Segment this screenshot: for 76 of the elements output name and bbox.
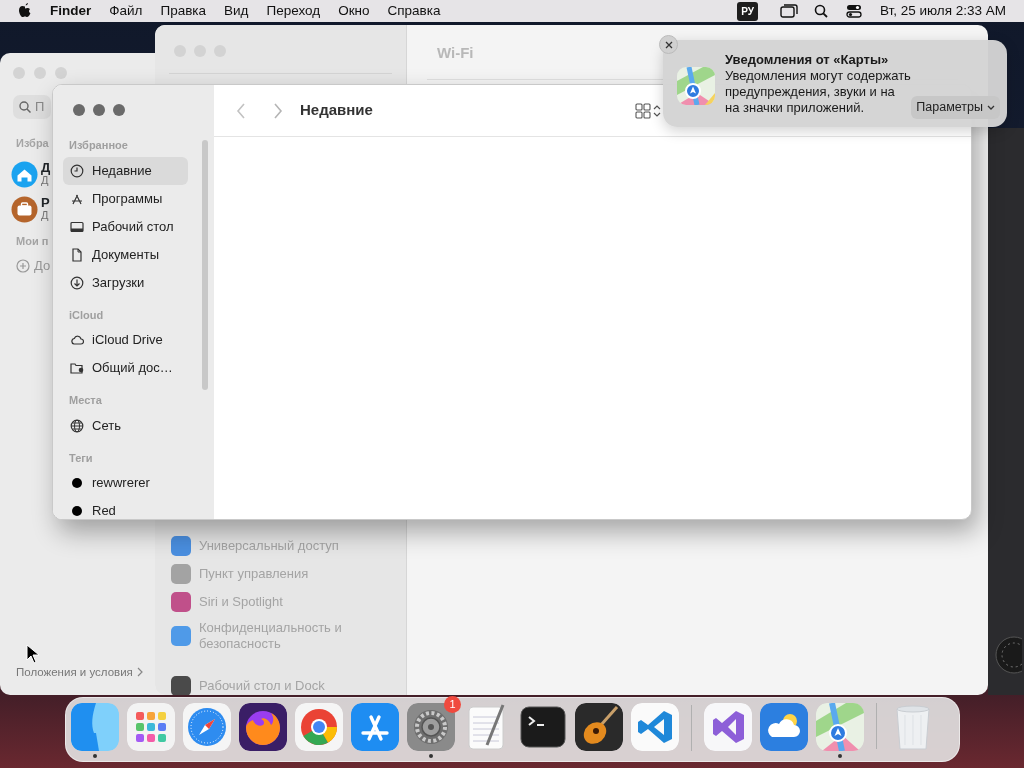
app-store-icon[interactable]: [351, 703, 399, 751]
control-center-icon[interactable]: [845, 4, 862, 18]
sidebar-section-heading: Избранное: [68, 138, 129, 153]
desktop-icon: [70, 219, 84, 234]
menu-item[interactable]: Файл: [100, 0, 152, 22]
menu-item[interactable]: Правка: [151, 0, 216, 22]
clock-icon: [70, 163, 84, 178]
code-editor-icon[interactable]: [631, 703, 679, 751]
shared-folder-icon: [70, 361, 84, 375]
chevron-down-icon: [987, 104, 995, 111]
menu-bar-clock[interactable]: Вт, 25 июля 2:33 AM: [870, 0, 1024, 22]
account-title: Д: [41, 161, 51, 174]
sidebar-item[interactable]: rewwrerer: [63, 469, 188, 497]
window-title: Недавние: [300, 100, 373, 121]
map-icon[interactable]: [816, 703, 864, 751]
window-control[interactable]: [113, 104, 125, 116]
ring-icon[interactable]: [295, 703, 343, 751]
chevron-right-icon[interactable]: [136, 667, 143, 678]
grid-icon[interactable]: [127, 703, 175, 751]
plus-icon[interactable]: [16, 258, 30, 273]
search-icon: [19, 101, 31, 113]
menu-item[interactable]: Справка: [378, 0, 450, 22]
sidebar-section-heading: Теги: [68, 450, 94, 466]
sidebar-section-heading: iCloud: [68, 307, 105, 323]
sidebar-item[interactable]: Общий дос…: [63, 354, 188, 382]
pointer-icon: [26, 644, 40, 664]
menu-item[interactable]: Окно: [329, 0, 379, 22]
window-control[interactable]: [93, 104, 105, 116]
pane-title: Wi-Fi: [437, 44, 474, 61]
sidebar-item[interactable]: Документы: [63, 240, 188, 269]
close-icon: [664, 40, 673, 49]
account-subtitle: Д: [41, 174, 49, 187]
sidebar-item[interactable]: iCloud Drive: [63, 326, 188, 354]
windows-icon[interactable]: [779, 4, 798, 18]
account-subtitle: Д: [41, 209, 50, 222]
section-heading: Избра: [16, 137, 49, 149]
dial-icon: [992, 635, 1022, 675]
sidebar-item[interactable]: Сеть: [63, 411, 188, 440]
app-menu[interactable]: Finder: [41, 0, 101, 22]
section-heading: Мои п: [16, 234, 49, 247]
fox-globe-icon[interactable]: [239, 703, 287, 751]
account-title: Р: [41, 196, 50, 209]
document-icon: [70, 247, 84, 262]
sidebar-item[interactable]: Программы: [63, 184, 188, 213]
settings-category-icon[interactable]: [171, 592, 191, 612]
scrollbar[interactable]: [202, 140, 208, 390]
search-icon[interactable]: [813, 4, 828, 18]
options-button[interactable]: Параметры: [911, 96, 1000, 119]
window-control[interactable]: [73, 104, 85, 116]
compass-icon[interactable]: [183, 703, 231, 751]
view-options-button[interactable]: [635, 102, 661, 119]
menu-item[interactable]: Вид: [215, 0, 258, 22]
input-source-indicator[interactable]: РУ: [737, 1, 758, 21]
menu-item[interactable]: Переход: [257, 0, 330, 22]
settings-category-icon[interactable]: [171, 536, 191, 556]
download-icon: [70, 275, 84, 290]
notification-text: Уведомления могут содержать предупреждения, звуки и на на значки приложений.: [725, 68, 911, 116]
cloud-sun-icon[interactable]: [760, 703, 808, 751]
notification-badge: 1: [444, 696, 461, 713]
sidebar-item[interactable]: Недавние: [63, 156, 188, 185]
forward-button[interactable]: [273, 102, 283, 119]
notification-title: Уведомления от «Карты»: [725, 52, 890, 68]
apple-icon[interactable]: [17, 2, 33, 20]
search-placeholder: П: [35, 98, 45, 117]
sidebar-section-heading: Места: [68, 393, 103, 408]
sidebar-item[interactable]: Red: [63, 497, 188, 519]
map-icon: [677, 67, 715, 105]
settings-category-icon[interactable]: [171, 676, 191, 695]
sidebar-item[interactable]: Рабочий стол: [63, 212, 188, 241]
split-tile-icon[interactable]: [71, 703, 119, 751]
terms-link[interactable]: Положения и условия: [16, 663, 133, 681]
globe-icon: [70, 418, 84, 433]
cloud-icon: [70, 333, 84, 347]
sidebar-item[interactable]: Загрузки: [63, 268, 188, 297]
guitar-icon[interactable]: [575, 703, 623, 751]
terminal-icon[interactable]: [519, 703, 567, 751]
